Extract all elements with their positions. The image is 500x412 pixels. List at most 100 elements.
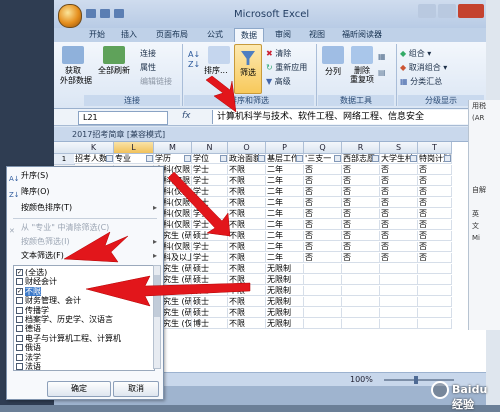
sort-by-color-item[interactable]: 按颜色排序(T) ▸ xyxy=(7,201,163,215)
column-header[interactable]: R xyxy=(342,142,380,154)
column-header[interactable]: O xyxy=(228,142,266,154)
table-cell[interactable]: 否 xyxy=(380,231,418,241)
sort-button[interactable]: 排序... xyxy=(204,46,234,86)
select-all-corner[interactable] xyxy=(54,142,75,154)
clear-filter-item[interactable]: ✕ 从 "专业" 中清除筛选(C) xyxy=(7,221,163,235)
table-cell[interactable]: 不限 xyxy=(228,187,266,197)
table-cell[interactable]: 不限 xyxy=(228,242,266,252)
table-cell[interactable]: 否 xyxy=(342,198,380,208)
checkbox[interactable]: ✓ xyxy=(16,269,23,276)
table-cell[interactable]: 否 xyxy=(418,187,452,197)
table-cell[interactable] xyxy=(342,275,380,285)
table-cell[interactable]: 硕士 xyxy=(192,275,228,285)
table-cell[interactable]: 否 xyxy=(304,176,342,186)
checkbox[interactable] xyxy=(16,325,23,333)
sort-ascending-item[interactable]: A↓ 升序(S) xyxy=(7,169,163,183)
table-cell[interactable]: 否 xyxy=(342,242,380,252)
table-cell[interactable] xyxy=(304,319,342,329)
filter-dropdown-icon[interactable] xyxy=(146,155,153,162)
clear-button[interactable]: ✖ 清除 xyxy=(266,48,291,59)
header-cell[interactable]: 政治面貌 xyxy=(228,154,266,164)
table-cell[interactable]: 否 xyxy=(342,165,380,175)
table-cell[interactable]: 否 xyxy=(342,253,380,263)
table-cell[interactable]: 二年 xyxy=(266,231,304,241)
table-cell[interactable]: 否 xyxy=(418,209,452,219)
table-cell[interactable] xyxy=(380,286,418,296)
table-cell[interactable] xyxy=(304,286,342,296)
table-cell[interactable]: 否 xyxy=(380,220,418,230)
table-cell[interactable]: 否 xyxy=(418,165,452,175)
table-cell[interactable]: 否 xyxy=(304,187,342,197)
table-cell[interactable]: 否 xyxy=(380,242,418,252)
group-button[interactable]: ◆ 组合 ▾ xyxy=(400,48,431,59)
column-header[interactable]: L xyxy=(114,142,154,154)
table-cell[interactable]: 学士 xyxy=(192,209,228,219)
column-header[interactable]: Q xyxy=(304,142,342,154)
filter-dropdown-icon[interactable] xyxy=(106,155,113,162)
table-cell[interactable]: 学士 xyxy=(192,198,228,208)
table-cell[interactable] xyxy=(418,286,452,296)
filter-list-item[interactable]: 财务管理、会计 xyxy=(16,296,81,305)
table-cell[interactable]: 无限制 xyxy=(266,286,304,296)
table-cell[interactable]: 不限 xyxy=(228,319,266,329)
filter-value-list[interactable]: ✓ (全选) 财经会计 ✓ 不限 财务管理、会计 传播学 档案学、历史学、汉语言 德语 电子与计算… xyxy=(13,265,155,371)
checkbox[interactable] xyxy=(16,297,23,305)
table-cell[interactable] xyxy=(380,308,418,318)
table-cell[interactable]: 硕士 xyxy=(192,264,228,274)
table-cell[interactable]: 二年 xyxy=(266,198,304,208)
edit-links-button[interactable]: 编辑链接 xyxy=(140,76,172,87)
advanced-button[interactable]: ▼ 高级 xyxy=(266,76,291,87)
table-cell[interactable]: 否 xyxy=(380,198,418,208)
header-cell[interactable]: 大学生村 xyxy=(380,154,418,164)
table-cell[interactable]: 否 xyxy=(304,209,342,219)
table-cell[interactable]: 不限 xyxy=(228,264,266,274)
list-scrollbar-thumb[interactable] xyxy=(154,275,160,317)
column-header[interactable]: T xyxy=(418,142,452,154)
table-cell[interactable]: 无限制 xyxy=(266,297,304,307)
table-cell[interactable]: 否 xyxy=(304,242,342,252)
filter-dropdown-icon[interactable] xyxy=(444,155,451,162)
checkbox[interactable] xyxy=(16,344,23,352)
table-cell[interactable]: 学士 xyxy=(192,187,228,197)
table-cell[interactable]: 无限制 xyxy=(266,319,304,329)
table-cell[interactable]: 否 xyxy=(380,253,418,263)
table-cell[interactable] xyxy=(380,275,418,285)
filter-dropdown-icon[interactable] xyxy=(220,155,227,162)
tab-foxit[interactable]: 福昕阅读器 xyxy=(338,28,386,42)
table-cell[interactable]: 否 xyxy=(418,198,452,208)
table-cell[interactable]: 学士 xyxy=(192,165,228,175)
table-cell[interactable]: 不限 xyxy=(228,308,266,318)
table-cell[interactable]: 二年 xyxy=(266,176,304,186)
table-cell[interactable] xyxy=(304,275,342,285)
filter-list-item[interactable]: 电子与计算机工程、计算机 xyxy=(16,334,121,343)
filter-list-item[interactable]: 俄语 xyxy=(16,343,41,352)
tab-formulas[interactable]: 公式 xyxy=(202,28,228,42)
office-button[interactable] xyxy=(58,4,82,28)
table-cell[interactable] xyxy=(304,264,342,274)
checkbox[interactable] xyxy=(16,363,23,370)
filter-dropdown-icon[interactable] xyxy=(258,155,265,162)
table-cell[interactable]: 学士 xyxy=(192,242,228,252)
table-cell[interactable]: 无限制 xyxy=(266,308,304,318)
table-cell[interactable]: 不限 xyxy=(228,198,266,208)
ok-button[interactable]: 确定 xyxy=(47,381,111,397)
table-cell[interactable]: 否 xyxy=(342,220,380,230)
table-cell[interactable]: 否 xyxy=(418,253,452,263)
checkbox[interactable] xyxy=(16,306,23,314)
table-cell[interactable]: 不限 xyxy=(228,275,266,285)
filter-dropdown-icon[interactable] xyxy=(296,155,303,162)
table-cell[interactable]: 不限 xyxy=(228,286,266,296)
properties-button[interactable]: 属性 xyxy=(140,62,156,73)
header-cell[interactable]: 招考人数 xyxy=(74,154,114,164)
name-box[interactable]: L21 xyxy=(78,111,168,125)
column-header[interactable]: K xyxy=(74,142,114,154)
checkbox[interactable] xyxy=(16,316,23,323)
minimize-button[interactable] xyxy=(418,4,436,18)
table-cell[interactable]: 不限 xyxy=(228,165,266,175)
get-external-data-button[interactable]: 获取 外部数据 xyxy=(60,46,92,86)
table-cell[interactable] xyxy=(418,275,452,285)
filter-list-item[interactable]: 法学 xyxy=(16,353,41,362)
table-cell[interactable]: 否 xyxy=(418,242,452,252)
cancel-button[interactable]: 取消 xyxy=(113,381,159,397)
table-cell[interactable] xyxy=(418,264,452,274)
